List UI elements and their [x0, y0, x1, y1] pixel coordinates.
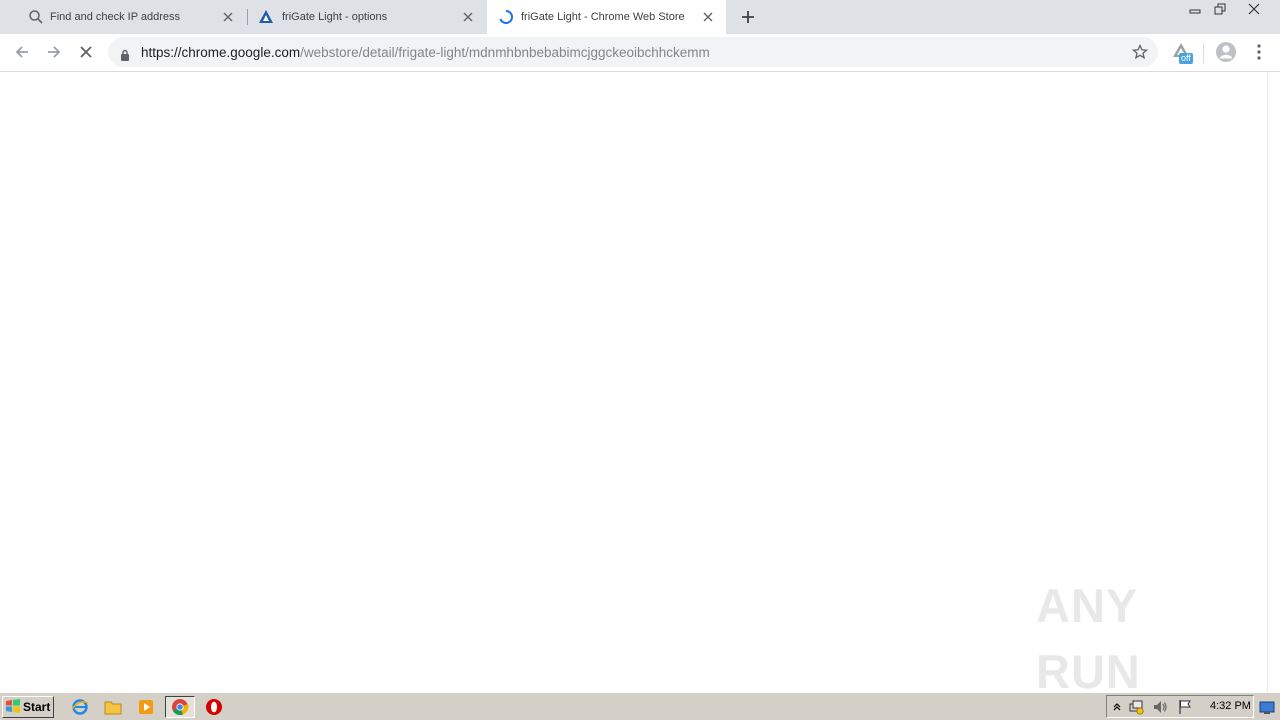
frigate-extension-button[interactable]: off [1170, 40, 1194, 64]
browser-toolbar: https://chrome.google.com/webstore/detai… [0, 34, 1280, 72]
bookmark-star-icon[interactable] [1131, 43, 1149, 64]
stop-loading-button[interactable] [74, 40, 98, 64]
taskbar: Start 4:32 PM [0, 692, 1280, 720]
action-center-flag-icon[interactable] [1177, 699, 1193, 715]
url-host: https://chrome.google.com [141, 45, 301, 60]
vertical-scrollbar[interactable] [1267, 72, 1280, 692]
tab-strip: Find and check IP address friGate Light … [0, 0, 1280, 34]
taskbar-clock: 4:32 PM [1210, 700, 1251, 712]
tab-find-ip[interactable]: Find and check IP address [8, 0, 246, 34]
watermark-text: ANY RUN [1036, 579, 1141, 698]
start-label: Start [23, 700, 51, 714]
minimize-button[interactable] [1184, 0, 1206, 17]
chrome-taskbar-icon[interactable] [165, 696, 195, 718]
restore-button[interactable] [1209, 0, 1231, 17]
loading-spinner-icon [498, 9, 514, 25]
close-window-button[interactable] [1234, 0, 1274, 17]
search-icon [28, 9, 44, 25]
extension-badge: off [1179, 53, 1193, 64]
url-text: https://chrome.google.com/webstore/detai… [141, 45, 710, 61]
tab-chrome-web-store[interactable]: friGate Light - Chrome Web Store [487, 0, 726, 34]
tray-expand-icon[interactable] [1109, 699, 1125, 715]
forward-button[interactable] [42, 40, 66, 64]
opera-icon[interactable] [200, 696, 228, 718]
anyrun-watermark: ANY RUN [1036, 579, 1236, 698]
windows-logo-icon [5, 698, 21, 717]
network-icon[interactable] [1128, 699, 1144, 715]
profile-avatar-icon[interactable] [1214, 40, 1238, 64]
frigate-logo-icon [258, 9, 274, 25]
close-tab-icon[interactable] [700, 9, 716, 25]
volume-icon[interactable] [1152, 699, 1168, 715]
media-player-icon[interactable] [132, 696, 160, 718]
toolbar-divider [1203, 43, 1204, 63]
address-bar[interactable]: https://chrome.google.com/webstore/detai… [108, 37, 1158, 67]
close-tab-icon[interactable] [220, 9, 236, 25]
url-path: /webstore/detail/frigate-light/mdnmhbnbe… [300, 45, 710, 60]
system-tray: 4:32 PM [1106, 695, 1254, 718]
lock-icon [120, 46, 130, 65]
tab-title: Find and check IP address [50, 11, 181, 23]
internet-explorer-icon[interactable] [66, 696, 94, 718]
start-button[interactable]: Start [2, 696, 54, 718]
file-explorer-icon[interactable] [99, 696, 127, 718]
back-button[interactable] [10, 40, 34, 64]
show-desktop-icon[interactable] [1259, 700, 1275, 714]
menu-kebab-icon[interactable] [1247, 40, 1271, 64]
tab-title: friGate Light - options [282, 11, 388, 23]
new-tab-button[interactable] [738, 7, 758, 27]
tab-frigate-options[interactable]: friGate Light - options [248, 0, 486, 34]
close-tab-icon[interactable] [460, 9, 476, 25]
tab-title: friGate Light - Chrome Web Store [521, 11, 685, 23]
